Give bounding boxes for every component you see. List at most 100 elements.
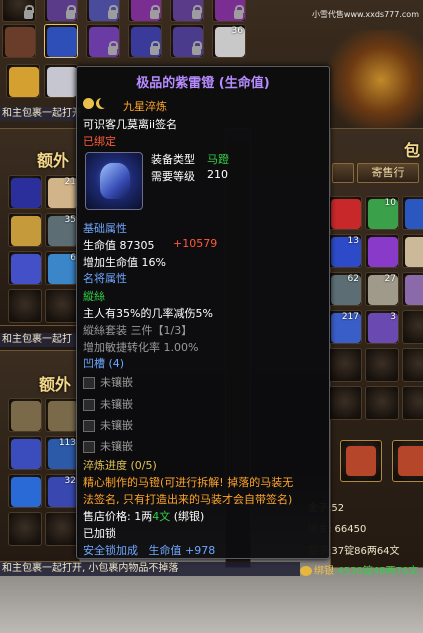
inventory-slot[interactable] [328,348,362,382]
item-count: 32 [64,476,76,486]
inventory-slot[interactable]: 6 [45,251,79,285]
inventory-slot[interactable] [328,386,362,420]
inventory-slot-selected[interactable] [44,24,78,58]
inventory-slot[interactable] [365,348,399,382]
safe-lock-value: 生命值 +978 [148,544,216,557]
item-count: 21 [64,177,76,187]
item-count: 3 [390,312,396,322]
inventory-slot[interactable] [402,310,423,344]
safe-lock-bonus: 安全锁加成 生命值 +978 [83,542,215,558]
empty-socket-icon [83,377,95,389]
inventory-slot[interactable] [8,512,42,546]
bound-gold-value: : 66450 [328,524,367,535]
lock-icon [108,41,118,55]
inventory-slot[interactable] [2,0,36,22]
item-icon [11,254,41,284]
lock-icon [192,41,202,55]
inventory-slot[interactable] [128,0,162,22]
inventory-slot[interactable] [45,398,79,432]
bound-silver-label: 绑银 [314,566,334,577]
lock-icon [150,5,160,19]
inventory-slot[interactable] [328,196,362,230]
tab-button[interactable] [332,163,354,183]
inventory-slot[interactable] [45,289,79,323]
inventory-slot[interactable]: 36 [212,24,246,58]
inventory-slot[interactable] [44,64,78,98]
sun-icon [83,97,94,109]
inventory-slot[interactable] [45,512,79,546]
hp-percent: 增加生命值 16% [83,256,166,269]
bag-icon [398,446,423,476]
inventory-slot[interactable] [402,234,423,268]
inventory-slot[interactable]: 13 [328,234,362,268]
inventory-slot[interactable] [8,175,42,209]
inventory-slot[interactable] [365,234,399,268]
inventory-slot[interactable]: 21 [45,175,79,209]
bound-silver-row: 绑银:4530锭48两76文 [300,562,418,577]
consignment-button[interactable]: 寄售行 [357,163,419,183]
inventory-slot[interactable]: 27 [365,272,399,306]
inventory-slot[interactable] [402,348,423,382]
inventory-slot[interactable] [365,386,399,420]
item-count: 35 [64,215,76,225]
item-count: 27 [384,274,396,284]
socket-status: 未镶嵌 [100,419,133,432]
empty-socket-icon [83,399,95,411]
item-icon [11,477,41,507]
empty-socket-icon [83,420,95,432]
inventory-slot[interactable] [8,436,42,470]
refine-stars [83,96,109,109]
item-icon [11,439,41,469]
inventory-slot[interactable] [128,24,162,58]
inventory-slot[interactable] [8,251,42,285]
famous-attr-title: 名将属性 [83,272,127,285]
inventory-slot[interactable]: 113 [45,436,79,470]
inventory-slot[interactable] [212,0,246,22]
socket-title: 凹槽 (4) [83,357,125,370]
inventory-slot[interactable]: 35 [45,213,79,247]
moon-icon [96,98,107,109]
bag-button[interactable] [392,440,423,482]
price-wen: 4文 [152,510,171,523]
inventory-slot[interactable] [170,24,204,58]
item-count: 10 [384,198,396,208]
item-icon [5,27,35,57]
level-label: 需要等级 [151,170,195,183]
inventory-slot[interactable] [402,272,423,306]
socket-status: 未镶嵌 [100,440,133,453]
inventory-slot[interactable] [402,386,423,420]
set-dodge: 增加敏捷转化率 1.00% [83,341,199,354]
inventory-slot[interactable] [86,0,120,22]
inventory-slot[interactable] [6,64,40,98]
price-liang: 1两 [134,510,153,523]
inventory-slot[interactable]: 3 [365,310,399,344]
inventory-slot[interactable]: 32 [45,474,79,508]
type-value: 马蹬 [207,153,229,166]
inventory-slot[interactable]: 62 [328,272,362,306]
socket-row: 未镶嵌 [83,396,133,412]
socket-status: 未镶嵌 [100,376,133,389]
socket-row: 未镶嵌 [83,374,133,390]
refine-name: 九星淬炼 [123,100,167,113]
hp-stat: 生命值 87305 [83,239,155,252]
inventory-slot[interactable] [2,24,36,58]
refine-progress: 淬炼进度 (0/5) [83,459,157,472]
inventory-slot[interactable] [8,474,42,508]
inventory-slot[interactable]: 10 [365,196,399,230]
inventory-slot[interactable] [402,196,423,230]
safe-lock-label: 安全锁加成 [83,544,138,557]
inventory-slot[interactable] [8,289,42,323]
inventory-slot[interactable]: 217 [328,310,362,344]
gold-value: :52 [328,503,345,514]
inventory-slot[interactable] [170,0,204,22]
inventory-slot[interactable] [86,24,120,58]
inventory-slot[interactable] [44,0,78,22]
hp-bonus: +10579 [173,237,218,250]
empty-socket-icon [83,441,95,453]
item-icon [9,67,39,97]
item-count: 62 [347,274,359,284]
item-icon [47,67,77,97]
bag-button[interactable] [340,440,382,482]
inventory-slot[interactable] [8,398,42,432]
inventory-slot[interactable] [8,213,42,247]
